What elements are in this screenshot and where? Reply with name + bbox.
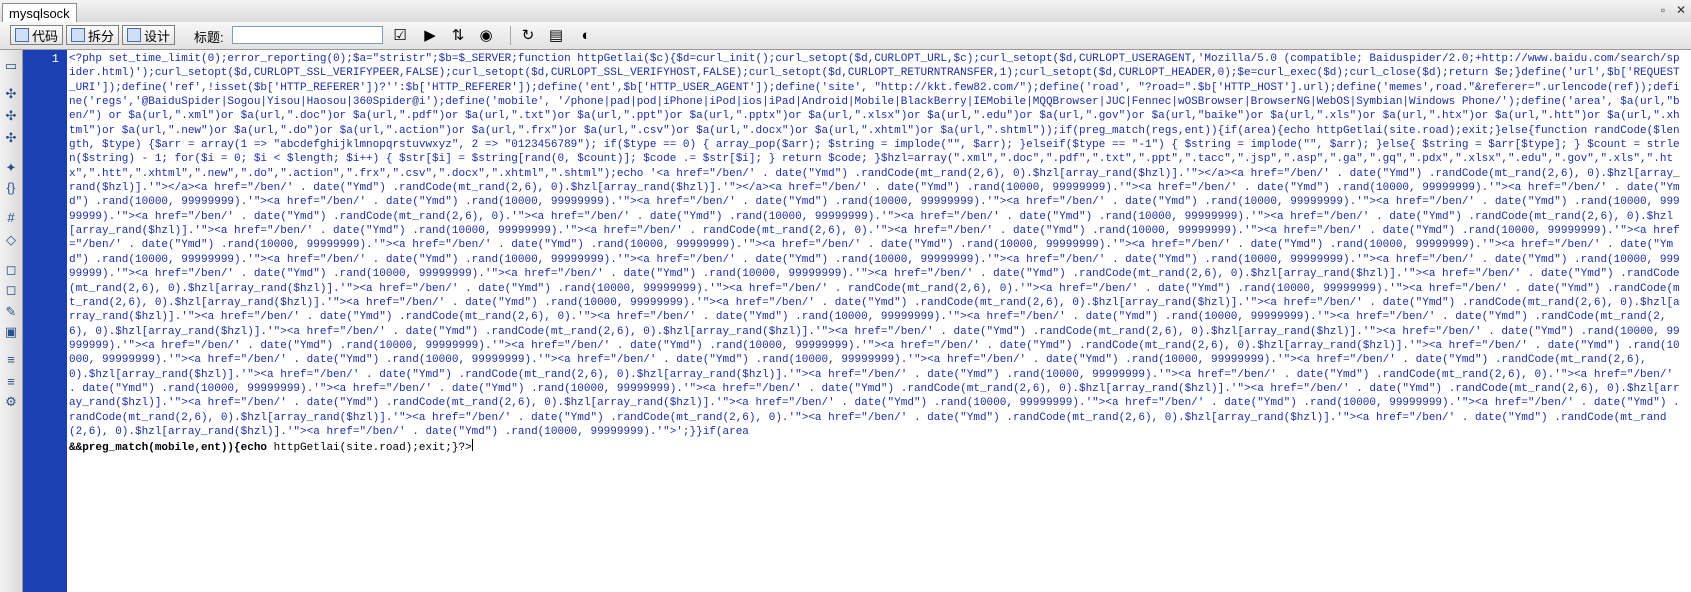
title-input[interactable] xyxy=(232,26,383,44)
code-content[interactable]: <?php set_time_limit(0);error_reporting(… xyxy=(69,52,1686,456)
globe-icon[interactable]: ◉ xyxy=(476,26,496,45)
split-view-label: 拆分 xyxy=(88,28,115,44)
toolbar-separator xyxy=(510,26,511,45)
code-text: <?php set_time_limit(0);error_reporting(… xyxy=(69,53,1680,438)
text-caret xyxy=(471,439,473,452)
code-editor[interactable]: <?php set_time_limit(0);error_reporting(… xyxy=(67,50,1691,592)
window-controls: ▫ ✕ xyxy=(1657,2,1687,18)
select-parent-tag-icon[interactable]: ✦ xyxy=(3,160,19,176)
title-label: 标题: xyxy=(194,30,224,45)
collapse-tag-icon[interactable]: ✣ xyxy=(3,86,19,102)
code-last-line: &&preg_match(mobile,ent)){echo httpGetla… xyxy=(69,442,472,454)
document-tab[interactable]: mysqlsock xyxy=(2,3,77,23)
format-source-icon[interactable]: ⚙ xyxy=(3,394,19,410)
wrap-tag-icon[interactable]: ✎ xyxy=(3,304,19,320)
code-view-icon xyxy=(15,28,29,42)
split-view-icon xyxy=(71,28,85,42)
file-management-icon[interactable]: ☑ xyxy=(390,26,410,45)
document-toolbar: 代码 拆分 设计 标题: ☑ ▶ ⇅ ◉ ↻ ▤ ◐ xyxy=(0,22,1691,50)
view-options-icon[interactable]: ▤ xyxy=(546,26,566,45)
code-view-label: 代码 xyxy=(32,28,59,44)
open-documents-icon[interactable]: ▭ xyxy=(3,58,19,74)
remove-comment-icon[interactable]: ◻ xyxy=(3,282,19,298)
code-tail-bold: &&preg_match(mobile,ent)){echo xyxy=(69,442,268,455)
refresh-icon[interactable]: ↻ xyxy=(518,26,538,45)
preview-browser-icon[interactable]: ▶ xyxy=(420,26,440,45)
line-number: 1 xyxy=(51,52,59,66)
balance-braces-icon[interactable]: {} xyxy=(3,180,19,196)
design-view-label: 设计 xyxy=(144,28,171,44)
code-view-button[interactable]: 代码 xyxy=(10,25,64,45)
design-view-button[interactable]: 设计 xyxy=(122,25,176,45)
apply-comment-icon[interactable]: ◻ xyxy=(3,262,19,278)
visual-aids-icon[interactable]: ◐ xyxy=(576,26,596,45)
restore-icon[interactable]: ▫ xyxy=(1657,2,1669,18)
title-bar: mysqlsock ▫ ✕ xyxy=(0,0,1691,23)
indent-code-icon[interactable]: ≡ xyxy=(3,352,19,368)
recent-snippets-icon[interactable]: ▣ xyxy=(3,324,19,340)
outdent-code-icon[interactable]: ≡ xyxy=(3,374,19,390)
highlight-invalid-icon[interactable]: ◇ xyxy=(3,232,19,248)
refresh-design-icon[interactable]: ⇅ xyxy=(448,26,468,45)
collapse-selection-icon[interactable]: ✣ xyxy=(3,108,19,124)
split-view-button[interactable]: 拆分 xyxy=(66,25,120,45)
coding-toolbar: ▭ ✣ ✣ ✣ ✦ {} # ◇ ◻ ◻ ✎ ▣ ≡ ≡ ⚙ xyxy=(0,50,23,592)
close-icon[interactable]: ✕ xyxy=(1675,2,1687,18)
code-tail-rest: httpGetlai(site.road);exit;}?> xyxy=(267,442,472,455)
expand-all-icon[interactable]: ✣ xyxy=(3,130,19,146)
line-numbers-icon[interactable]: # xyxy=(3,210,19,226)
line-number-gutter: 1 xyxy=(23,50,67,592)
design-view-icon xyxy=(127,28,141,42)
